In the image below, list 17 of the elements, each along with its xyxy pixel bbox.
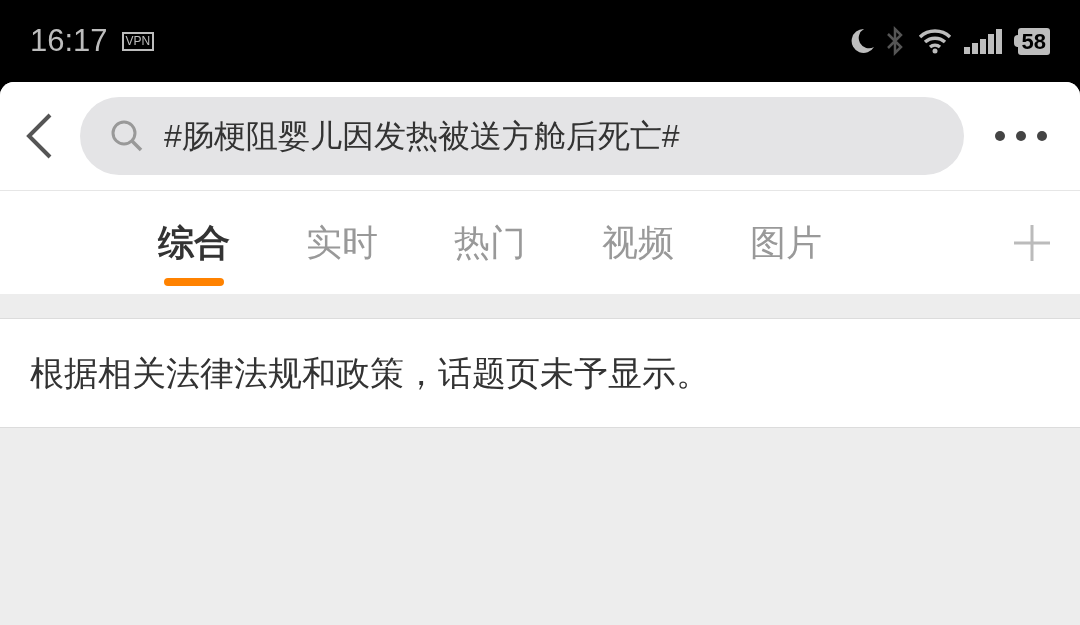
vpn-badge: VPN (121, 31, 155, 51)
tab-indicator (164, 278, 224, 286)
search-icon (110, 119, 144, 153)
search-field[interactable]: #肠梗阻婴儿因发热被送方舱后死亡# (80, 97, 964, 175)
bluetooth-icon (885, 26, 904, 56)
signal-icon (963, 28, 1004, 54)
tab[interactable]: 图片 (750, 191, 898, 294)
more-icon[interactable] (994, 130, 1048, 142)
tab[interactable]: 热门 (454, 191, 602, 294)
wifi-icon (917, 28, 952, 54)
tab[interactable]: 综合 (158, 191, 306, 294)
battery-indicator: 58 (1013, 27, 1050, 55)
tab[interactable]: 视频 (602, 191, 750, 294)
back-icon[interactable] (24, 112, 54, 160)
notice-text: 根据相关法律法规和政策，话题页未予显示。 (30, 352, 710, 394)
status-time: 16:17 (30, 21, 108, 60)
tab[interactable]: 实时 (306, 191, 454, 294)
